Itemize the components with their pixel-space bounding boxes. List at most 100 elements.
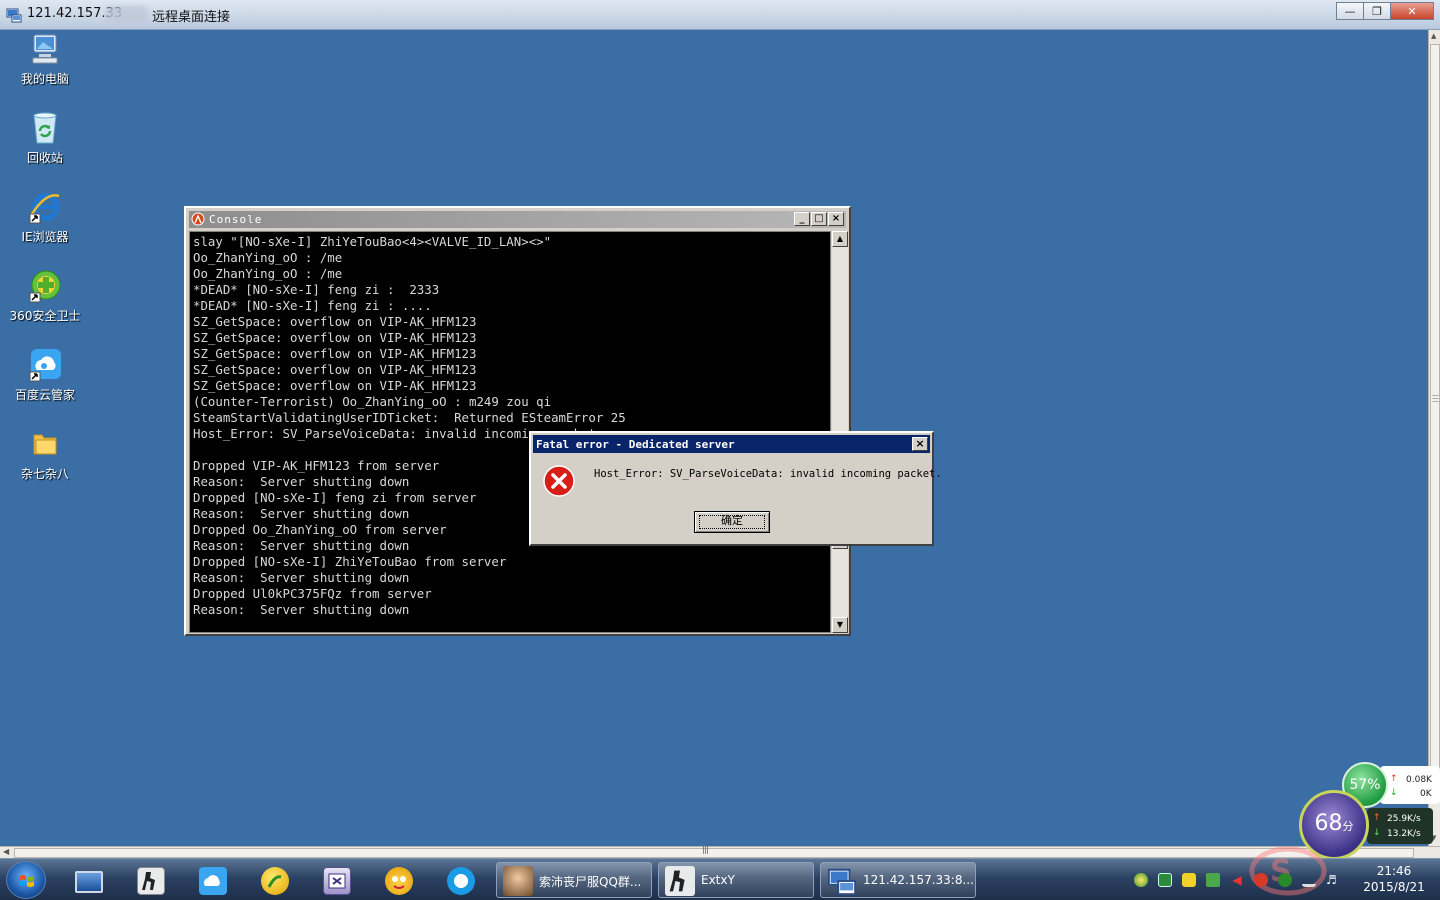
grip-icon: — — — (1432, 391, 1439, 405)
minimize-button[interactable]: _ (794, 212, 810, 226)
scrollbar-thumb[interactable] (14, 848, 1414, 858)
dialog-message: Host_Error: SV_ParseVoiceData: invalid i… (594, 468, 942, 480)
upload-speed: 25.9K/s (1387, 814, 1421, 824)
redacted-blur (106, 6, 148, 22)
tray-music-icon[interactable] (1134, 873, 1148, 887)
desktop-icon-folder[interactable]: 杂七杂八 (5, 427, 85, 482)
console-line: slay "[NO-sXe-I] ZhiYeTouBao<4><VALVE_ID… (193, 234, 552, 249)
taskbar-task-qq-group[interactable]: 索沛丧尸服QQ群... (496, 862, 652, 898)
task-label: 121.42.157.33:8... (863, 873, 974, 887)
download-arrow-icon: ↓ (1390, 788, 1398, 798)
tray-network-icon[interactable] (1206, 873, 1220, 887)
tray-x-icon[interactable] (1182, 873, 1196, 887)
console-line: *DEAD* [NO-sXe-I] feng zi : .... (193, 298, 432, 313)
scroll-down-button[interactable]: ▼ (832, 617, 848, 633)
download-top: 0K (1420, 789, 1432, 799)
tray-shield-icon[interactable] (1158, 873, 1172, 887)
rdp-titlebar[interactable]: 121.42.157.33 远程桌面连接 — ❐ ✕ (0, 0, 1440, 30)
signal-icon[interactable] (1302, 873, 1316, 887)
computer-icon (32, 34, 58, 64)
dialog-close-button[interactable]: × (912, 437, 928, 451)
taskbar-task-extxy[interactable]: ExtxY (658, 862, 814, 898)
360-security-icon (29, 270, 61, 303)
grip-icon: ||| (702, 845, 709, 855)
taskbar-pin-baidu[interactable] (186, 863, 240, 899)
ftp-icon (385, 867, 413, 895)
volume-icon[interactable]: ♬ (1326, 873, 1340, 887)
rdp-caption-buttons: — ❐ ✕ (1336, 2, 1434, 20)
scrollbar-thumb[interactable] (1430, 44, 1440, 790)
console-caption-buttons: _ □ × (793, 212, 844, 226)
clock[interactable]: 21:46 2015/8/21 (1359, 863, 1429, 895)
rdp-vertical-scrollbar[interactable]: ▲ — — — ▼ (1428, 30, 1440, 846)
qq-group-avatar-icon (503, 866, 533, 896)
ok-button[interactable]: 确定 (694, 511, 770, 533)
task-label: ExtxY (701, 873, 735, 887)
scroll-up-icon[interactable]: ▲ (1431, 32, 1436, 40)
desktop-icon-ie[interactable]: IE浏览器 (5, 190, 85, 245)
upload-arrow-icon: ↑ (1373, 813, 1381, 823)
console-title: Console (209, 213, 263, 226)
console-line: Dropped [NO-sXe-I] ZhiYeTouBao from serv… (193, 554, 507, 569)
error-icon (543, 465, 575, 497)
recycle-bin-icon (33, 112, 57, 144)
desktop-icon-360[interactable]: 360安全卫士 (5, 269, 85, 324)
console-line: *DEAD* [NO-sXe-I] feng zi : 2333 (193, 282, 440, 297)
close-button[interactable]: × (828, 212, 844, 226)
minimize-button[interactable]: — (1336, 2, 1364, 20)
counter-strike-icon (665, 866, 695, 896)
music-player-icon (261, 867, 289, 895)
console-titlebar[interactable]: Console _ □ × (189, 211, 846, 228)
folder-icon (33, 434, 57, 455)
baidu-cloud-icon (199, 867, 227, 895)
desktop-icon-recycle-bin[interactable]: 回收站 (5, 111, 85, 166)
counter-strike-icon (137, 867, 165, 895)
taskbar-pin-cs[interactable] (124, 863, 178, 899)
dialog-titlebar[interactable]: Fatal error - Dedicated server × (533, 435, 930, 453)
desktop-icon-label: 百度云管家 (14, 388, 75, 402)
remote-desktop-icon (6, 8, 22, 23)
rdp-horizontal-scrollbar[interactable]: ◀ ||| (0, 845, 1440, 858)
desktop-icon-label: IE浏览器 (21, 230, 69, 244)
taskbar-pin-music[interactable] (248, 863, 302, 899)
traffic-panel: ↑ 0.08K ↓ 0K (1380, 766, 1440, 804)
upload-top: 0.08K (1406, 775, 1432, 785)
console-window[interactable]: Console _ □ × slay "[NO-sXe-I] ZhiYeTouB… (184, 206, 851, 636)
console-line: (Counter-Terrorist) Oo_ZhanYing_oO : m24… (193, 394, 552, 409)
qq-browser-icon (447, 867, 475, 895)
fatal-error-dialog[interactable]: Fatal error - Dedicated server × Host_Er… (529, 431, 942, 546)
console-line: SteamStartValidatingUserIDTicket: Return… (193, 410, 626, 425)
taskbar-pin-desktop[interactable] (62, 863, 116, 899)
tray-360-icon[interactable] (1278, 873, 1292, 887)
system-tray: S ◀ ♬ 21:46 2015/8/21 (1130, 846, 1440, 900)
taskbar-task-remote-desktop[interactable]: 121.42.157.33:8... (820, 862, 976, 898)
tray-flag-icon[interactable]: ◀ (1230, 873, 1244, 887)
taskbar-pin-qqbrowser[interactable] (434, 863, 488, 899)
restore-button[interactable]: ❐ (1363, 2, 1391, 20)
desktop-icon-label: 杂七杂八 (20, 467, 69, 481)
maximize-button[interactable]: □ (811, 212, 827, 226)
taskbar: 索沛丧尸服QQ群... ExtxY 121.42.157.33:8... S ◀ (0, 846, 1440, 900)
scroll-up-button[interactable]: ▲ (832, 231, 848, 247)
clock-time: 21:46 (1376, 864, 1412, 878)
upload-arrow-icon: ↑ (1390, 774, 1398, 784)
console-line: SZ_GetSpace: overflow on VIP-AK_HFM123 (193, 378, 477, 393)
score-number: 68 (1314, 811, 1343, 836)
console-line: SZ_GetSpace: overflow on VIP-AK_HFM123 (193, 362, 477, 377)
console-line: Dropped Ul0kPC375FQz from server (193, 586, 432, 601)
tray-qq-icon[interactable] (1254, 873, 1268, 887)
score-unit: 分 (1342, 820, 1354, 833)
start-button[interactable] (6, 861, 46, 899)
close-button[interactable]: ✕ (1390, 2, 1434, 20)
dialog-title: Fatal error - Dedicated server (536, 438, 735, 451)
desktop-icon-baidu-cloud[interactable]: 百度云管家 (5, 348, 85, 403)
console-line: Reason: Server shutting down (193, 602, 410, 617)
scroll-left-icon[interactable]: ◀ (3, 847, 9, 856)
desktop-icon-computer[interactable]: 我的电脑 (5, 32, 85, 87)
windows-logo-icon (20, 875, 34, 887)
clock-date: 2015/8/21 (1363, 880, 1425, 894)
baidu-cloud-icon (29, 349, 61, 382)
desktop-icon-label: 回收站 (26, 151, 63, 165)
taskbar-pin-ftp[interactable] (372, 863, 426, 899)
taskbar-pin-tool[interactable] (310, 863, 364, 899)
